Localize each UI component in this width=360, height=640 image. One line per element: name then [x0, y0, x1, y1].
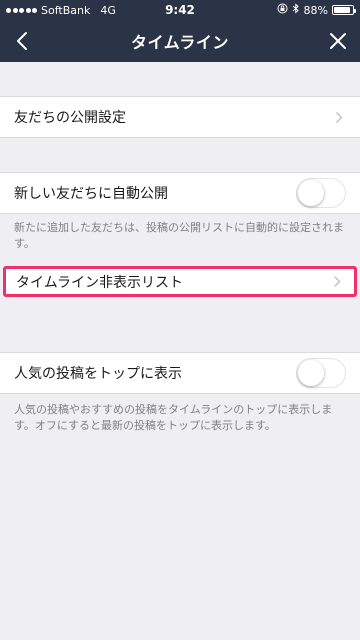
popular-top-label: 人気の投稿をトップに表示	[14, 366, 182, 382]
page-title: タイムライン	[131, 33, 229, 52]
status-right: 88%	[277, 3, 356, 17]
hidden-list-label: タイムライン非表示リスト	[16, 274, 184, 291]
navigation-bar: タイムライン	[0, 20, 360, 62]
status-bar: SoftBank 4G 9:42 88%	[0, 0, 360, 20]
close-icon	[330, 33, 346, 49]
auto-publish-label: 新しい友だちに自動公開	[14, 186, 168, 202]
popular-top-description: 人気の投稿やおすすめの投稿をタイムラインのトップに表示します。オフにすると最新の…	[14, 403, 333, 432]
toggle-knob	[298, 360, 324, 386]
back-button[interactable]	[6, 24, 38, 58]
rotation-lock-icon	[277, 3, 288, 17]
auto-publish-row: 新しい友だちに自動公開	[0, 172, 360, 214]
auto-publish-toggle[interactable]	[296, 178, 346, 208]
chevron-right-icon	[330, 275, 344, 289]
popular-top-row: 人気の投稿をトップに表示	[0, 352, 360, 394]
status-left: SoftBank 4G	[6, 4, 277, 17]
public-settings-row[interactable]: 友だちの公開設定	[0, 96, 360, 138]
battery-percent: 88%	[303, 3, 328, 17]
carrier-name: SoftBank	[41, 3, 91, 17]
chevron-right-icon	[332, 110, 346, 124]
close-button[interactable]	[322, 24, 354, 58]
hidden-list-highlight[interactable]: タイムライン非表示リスト	[3, 266, 357, 297]
network-type: 4G	[100, 3, 116, 17]
battery-icon	[332, 5, 356, 15]
chevron-left-icon	[17, 32, 27, 50]
popular-top-toggle[interactable]	[296, 358, 346, 388]
signal-strength-icon	[6, 7, 37, 13]
battery-fill	[334, 7, 350, 13]
auto-publish-description: 新たに追加した友だちは、投稿の公開リストに自動的に設定されます。	[14, 221, 344, 250]
toggle-knob	[298, 180, 324, 206]
public-settings-label: 友だちの公開設定	[14, 110, 126, 126]
bluetooth-icon	[292, 3, 300, 17]
